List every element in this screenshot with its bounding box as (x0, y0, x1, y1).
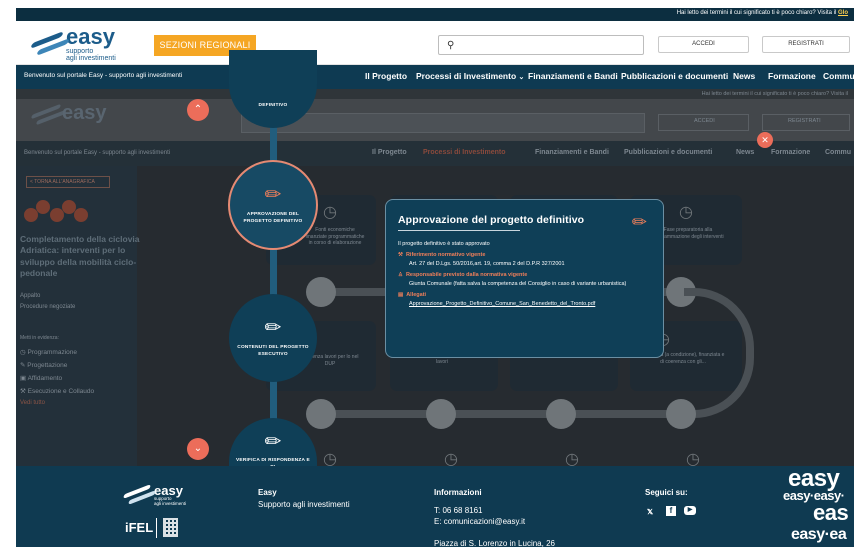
responsible-section-title: ♙ Responsabile previsto dalla normativa v… (398, 272, 528, 278)
nav-item-finanziamenti[interactable]: Finanziamenti e Bandi (528, 71, 618, 81)
step-detail-popup: Approvazione del progetto definitivo ✏ I… (385, 199, 664, 358)
glossary-link[interactable]: Glo (838, 10, 848, 16)
close-icon: ✕ (761, 135, 769, 145)
login-button[interactable]: ACCEDI (658, 36, 749, 53)
qr-code-icon (163, 518, 178, 537)
youtube-icon[interactable]: ▶ (684, 506, 696, 515)
timeline-line (270, 89, 277, 466)
pencil-icon: ✏ (631, 212, 647, 232)
attachments-section-title: ▤ Allegati (398, 292, 427, 298)
pencil-icon: ✏ (264, 316, 282, 339)
timeline-step-approvazione[interactable]: ✏ APPROVAZIONE DEL PROGETTO DEFINITIVO (228, 160, 318, 250)
ifel-logo: iFEL (125, 520, 154, 535)
search-input[interactable]: ⚲ (438, 35, 644, 55)
top-info-strip: Hai letto dei termini il cui significato… (16, 8, 854, 21)
footer-brand-title: Easy (258, 488, 277, 497)
dimmed-header: Hai letto dei termini il cui significato… (16, 89, 854, 141)
chevron-down-icon: ⌄ (518, 74, 525, 81)
close-button[interactable]: ✕ (757, 132, 773, 148)
popup-title: Approvazione del progetto definitivo (398, 214, 585, 226)
footer-email[interactable]: E: comunicazioni@easy.it (434, 517, 525, 526)
nav-item-community[interactable]: Commu (823, 71, 854, 81)
footer-easy-logo[interactable]: easy supporto agli investimenti (123, 484, 186, 506)
footer-address: Piazza di S. Lorenzo in Lucina, 26 (434, 539, 555, 547)
dimmed-nav: Benvenuto sul portale Easy - supporto ag… (16, 141, 854, 166)
chevron-down-icon: ⌄ (193, 443, 203, 454)
scroll-up-button[interactable]: ⌃ (187, 99, 209, 121)
easy-logo-mark (30, 31, 70, 57)
footer-follow-title: Seguici su: (645, 488, 688, 497)
dimmed-project-title: Completamento della ciclovia Adriatica: … (20, 234, 140, 279)
pencil-icon: ✏ (264, 431, 282, 453)
popup-title-underline (398, 230, 520, 231)
nav-item-progetto[interactable]: Il Progetto (365, 71, 407, 81)
site-header: easy supporto agli investimenti SEZIONI … (16, 21, 854, 65)
chevron-up-icon: ⌃ (193, 104, 203, 115)
footer-phone[interactable]: T: 06 68 8161 (434, 506, 482, 515)
nav-item-processi[interactable]: Processi di Investimento ⌄ (416, 71, 524, 81)
person-icon: ♙ (398, 272, 403, 278)
timeline-step-contenuti-esecutivo[interactable]: ✏ CONTENUTI DEL PROGETTO ESECUTIVO (229, 294, 317, 382)
footer-brand-sub: Supporto agli investimenti (258, 500, 350, 509)
responsible-text: Giunta Comunale (fatta salva la competen… (409, 281, 627, 287)
pencil-icon: ✏ (264, 183, 282, 206)
site-footer: easy supporto agli investimenti iFEL Eas… (16, 465, 854, 547)
dimmed-sidebar: < TORNA ALL'ANAGRAFICA Completamento del… (16, 166, 140, 466)
nav-item-formazione[interactable]: Formazione (768, 71, 816, 81)
norm-section-title: ⚒ Riferimento normativo vigente (398, 252, 486, 258)
welcome-text: Benvenuto sul portale Easy - supporto ag… (24, 72, 183, 79)
footer-info-title: Informazioni (434, 488, 482, 497)
gavel-icon: ⚒ (398, 252, 403, 258)
nav-item-news[interactable]: News (733, 71, 755, 81)
file-icon: ▤ (398, 292, 404, 298)
easy-logo[interactable]: easy supporto agli investimenti (30, 26, 116, 63)
easy-logo-mark (123, 484, 156, 506)
footer-brand-art-4: easy·ea (791, 526, 847, 543)
footer-brand-art-3: eas (813, 500, 849, 525)
nav-item-pubblicazioni[interactable]: Pubblicazioni e documenti (621, 71, 728, 81)
glossary-hint: Hai letto dei termini il cui significato… (676, 10, 848, 16)
search-icon: ⚲ (447, 40, 455, 51)
scroll-down-button[interactable]: ⌄ (187, 438, 209, 460)
register-button[interactable]: REGISTRATI (762, 36, 850, 53)
norm-text: Art. 27 del D.Lgs. 50/2016,art. 19, comm… (409, 261, 565, 267)
popup-status: Il progetto definitivo è stato approvato (398, 241, 490, 247)
twitter-icon[interactable]: 𝕩 (647, 506, 653, 517)
main-nav: Benvenuto sul portale Easy - supporto ag… (16, 65, 854, 89)
attachment-link[interactable]: Approvazione_Progetto_Definitivo_Comune_… (398, 301, 651, 307)
facebook-icon[interactable]: f (666, 506, 676, 516)
